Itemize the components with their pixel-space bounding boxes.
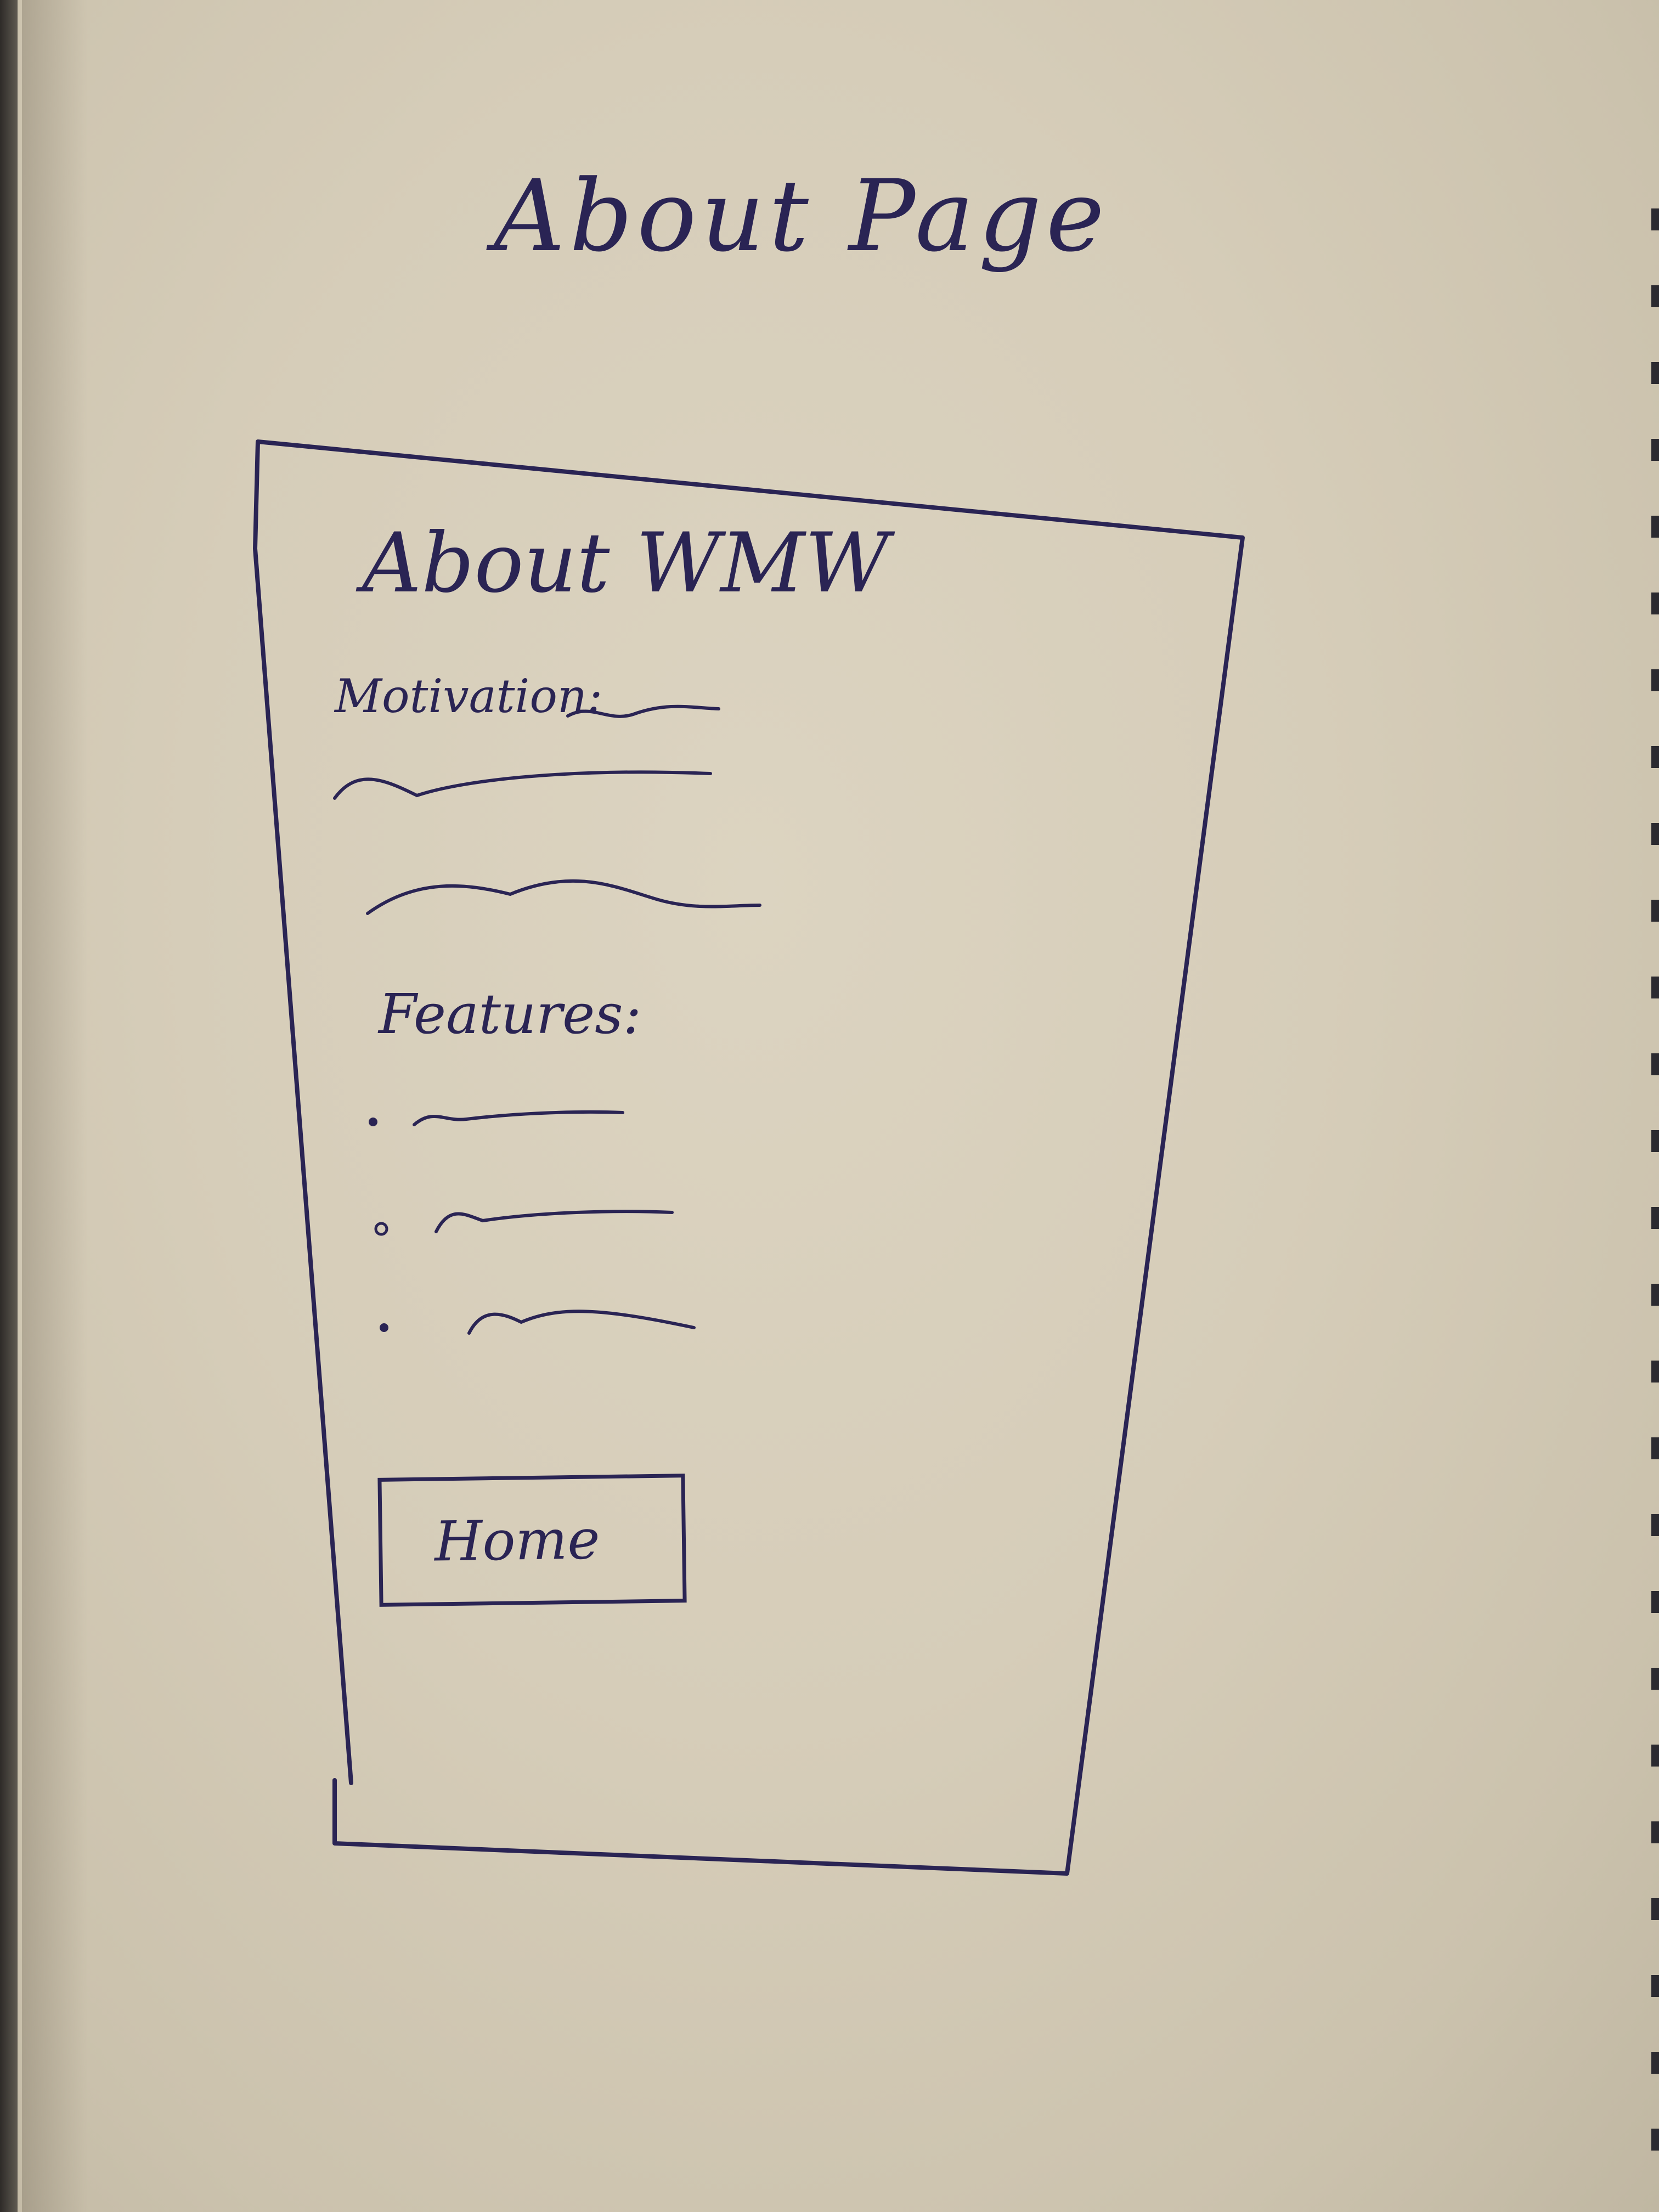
wireframe-frame (253, 439, 1245, 1876)
feature-bullet-2 (374, 1222, 388, 1236)
wireframe-sketch (253, 439, 1245, 1876)
motivation-label: Motivation: (335, 669, 603, 723)
home-button[interactable]: Home (377, 1474, 687, 1607)
feature-bullet-1 (369, 1118, 377, 1126)
feature-text-line-3 (467, 1310, 696, 1335)
feature-bullet-3 (380, 1323, 388, 1332)
home-button-label: Home (434, 1507, 601, 1574)
feature-text-line-1 (413, 1110, 624, 1126)
features-label: Features: (379, 982, 642, 1046)
feature-text-line-2 (435, 1210, 674, 1233)
motivation-text-line-2 (333, 770, 712, 800)
wireframe-heading: About WMW (362, 516, 890, 611)
motivation-text-line-3 (366, 879, 761, 915)
